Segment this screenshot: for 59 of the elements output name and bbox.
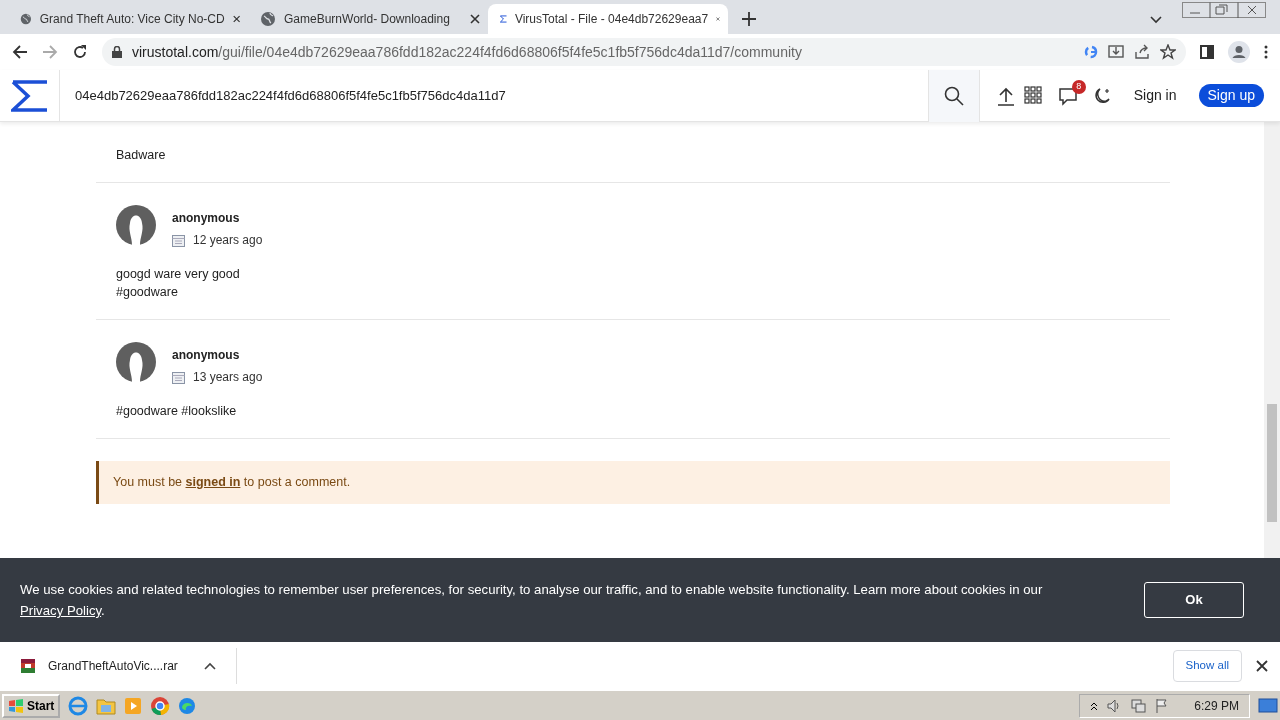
notification-badge: 8 <box>1071 79 1086 94</box>
ok-button[interactable]: Ok <box>1144 582 1244 618</box>
new-tab-icon[interactable] <box>742 12 756 26</box>
avatar-icon <box>116 205 156 245</box>
side-panel-icon[interactable] <box>1200 45 1214 59</box>
profile-icon[interactable] <box>1228 41 1250 63</box>
upload-icon[interactable] <box>995 85 1016 106</box>
archive-icon <box>20 658 36 674</box>
tab-list-icon[interactable] <box>1150 16 1162 24</box>
download-item[interactable]: GrandTheftAutoVic....rar <box>20 648 237 684</box>
browser-tab[interactable]: GameBurnWorld- Downloading <box>248 4 488 34</box>
comment-text: googd ware very good #goodware <box>116 266 241 301</box>
close-icon[interactable] <box>1256 660 1268 672</box>
sigma-logo-icon[interactable] <box>10 79 49 112</box>
search-button[interactable] <box>927 69 980 122</box>
windows-logo-icon <box>8 698 24 713</box>
chrome-icon[interactable] <box>150 695 171 716</box>
scrollbar-thumb[interactable] <box>1267 404 1277 522</box>
search-icon <box>943 85 964 106</box>
window-controls-drawing[interactable] <box>1182 2 1266 18</box>
sign-up-button[interactable]: Sign up <box>1198 84 1264 107</box>
author-name: anonymous <box>172 347 241 364</box>
browser-tab[interactable]: Grand Theft Auto: Vice City No-CD <box>8 4 248 34</box>
comment-text: #goodware #lookslike <box>116 403 238 420</box>
show-hidden-icon[interactable] <box>1090 700 1099 711</box>
apps-grid-icon[interactable] <box>1023 85 1044 106</box>
close-icon[interactable] <box>470 14 480 24</box>
show-all-button[interactable]: Show all <box>1172 650 1242 682</box>
start-button[interactable]: Start <box>2 693 61 718</box>
cookie-notice-text: We use cookies and related technologies to remember user preferences, for security, to analyse our traffic, and to enable website functionality. Learn more about cookies in our Privacy Policy. <box>20 581 1044 620</box>
sign-in-link[interactable]: signed in <box>185 475 241 489</box>
reload-icon[interactable] <box>72 44 88 60</box>
url-text: virustotal.com/gui/file/04e4db72629eaa786fdd182ac224f4fd6d68806f5f4fe5c1fb5f756dc4da11d7/community <box>132 42 803 62</box>
globe-icon <box>20 11 32 27</box>
sign-in-link[interactable]: Sign in <box>1127 84 1183 107</box>
comment-date: 13 years ago <box>193 369 263 386</box>
network-icon[interactable] <box>1130 697 1147 714</box>
menu-icon[interactable] <box>1264 45 1268 59</box>
clock: 6:29 PM <box>1194 697 1239 715</box>
browser-tab[interactable]: VirusTotal - File - 04e4db72629eaa7 <box>488 4 728 34</box>
comment-text: Badware <box>116 147 167 164</box>
share-icon[interactable] <box>1134 44 1150 60</box>
close-icon[interactable] <box>232 14 240 24</box>
avatar-icon <box>116 342 156 382</box>
install-icon[interactable] <box>1108 44 1124 60</box>
calendar-icon <box>172 233 185 247</box>
sign-in-notice: You must be signed in to post a comment. <box>96 461 1170 504</box>
search-field[interactable]: 04e4db72629eaa786fdd182ac224f4fd6d68806f5f4fe5c1fb5f756dc4da11d7 <box>60 85 928 106</box>
address-bar[interactable]: virustotal.com/gui/file/04e4db72629eaa786fdd182ac224f4fd6d68806f5f4fe5c1fb5f756dc4da11d7/community <box>102 38 1186 66</box>
star-icon[interactable] <box>1160 44 1176 60</box>
comment-date: 12 years ago <box>193 232 263 249</box>
author-name: anonymous <box>172 210 241 227</box>
caret-icon <box>203 662 216 670</box>
chat-icon <box>1057 85 1078 106</box>
show-desktop-icon[interactable] <box>1258 697 1278 714</box>
back-icon[interactable] <box>12 44 28 60</box>
calendar-icon <box>172 370 185 384</box>
lock-icon <box>112 46 122 58</box>
globe-icon <box>260 11 276 27</box>
